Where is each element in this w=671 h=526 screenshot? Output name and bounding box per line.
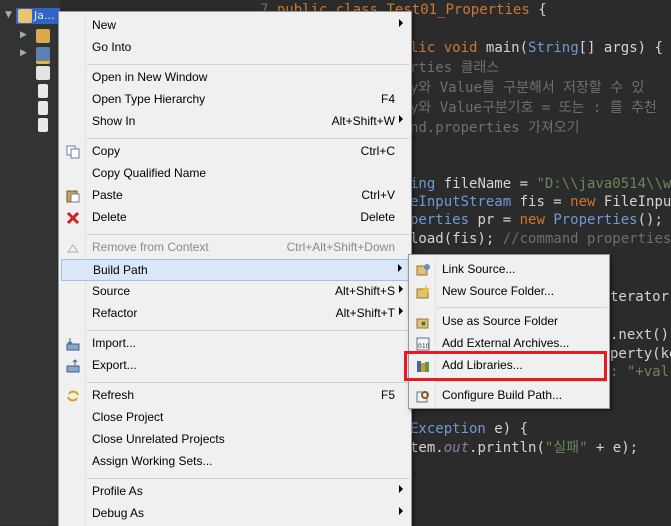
file-icon <box>38 101 48 115</box>
menu-item-assign-working-sets[interactable]: Assign Working Sets... <box>61 451 409 473</box>
refresh-icon <box>66 389 80 403</box>
menu-item-source[interactable]: Source Alt+Shift+S <box>61 281 409 303</box>
menu-item-delete[interactable]: Delete Delete <box>61 207 409 229</box>
code-line: Exception e) { <box>410 421 529 437</box>
menu-item-remove-from-context[interactable]: Remove from Context Ctrl+Alt+Shift+Down <box>61 237 409 259</box>
code-comment: y와 Value구분기호 = 또는 : 를 추천 <box>410 100 657 116</box>
code-line: .next(); <box>610 327 671 343</box>
menu-item-copy[interactable]: Copy Ctrl+C <box>61 141 409 163</box>
submenu-arrow-icon <box>399 507 403 515</box>
menu-item-open-type-hierarchy[interactable]: Open Type Hierarchy F4 <box>61 89 409 111</box>
code-line: eInputStream fis = new FileInputS <box>410 194 671 210</box>
code-line: perties pr = new Properties(); <box>410 212 663 228</box>
menu-item-paste[interactable]: Paste Ctrl+V <box>61 185 409 207</box>
library-icon <box>36 47 50 64</box>
submenu-arrow-icon <box>398 264 402 272</box>
build-path-submenu: Link Source... New Source Folder... Use … <box>408 254 610 409</box>
submenu-arrow-icon <box>399 115 403 123</box>
code-line: load(fis); //command properties 파 <box>410 231 671 247</box>
code-comment: rties 클래스 <box>410 60 500 76</box>
menu-separator <box>87 382 409 383</box>
code-line: lic void main(String[] args) { <box>410 40 663 56</box>
menu-item-profile-as[interactable]: Profile As <box>61 481 409 503</box>
archive-icon: 010 <box>416 337 430 351</box>
code-line: : "+val <box>610 364 670 380</box>
menu-item-import[interactable]: Import... <box>61 333 409 355</box>
code-line: tem.out.println("실패" + e); <box>410 440 639 456</box>
menu-separator <box>437 381 607 382</box>
svg-text:010: 010 <box>418 343 430 350</box>
remove-context-icon <box>66 241 80 255</box>
file-icon <box>38 84 48 98</box>
menu-item-debug-as[interactable]: Debug As <box>61 503 409 525</box>
copy-icon <box>66 145 80 159</box>
use-as-source-folder-icon <box>416 315 430 329</box>
code-comment: nd.properties 가져오기 <box>410 120 580 136</box>
menu-item-refactor[interactable]: Refactor Alt+Shift+T <box>61 303 409 325</box>
menu-separator <box>437 307 607 308</box>
expand-arrow-icon[interactable]: ▶ <box>20 48 27 58</box>
package-explorer: ▼ Ja... ▶ ▶ <box>0 0 60 525</box>
menu-item-export[interactable]: Export... <box>61 355 409 377</box>
submenu-arrow-icon <box>399 307 403 315</box>
link-source-icon <box>416 263 430 277</box>
annotation-highlight-box <box>404 351 607 381</box>
menu-item-new[interactable]: New <box>61 15 409 37</box>
menu-item-copy-qualified-name[interactable]: Copy Qualified Name <box>61 163 409 185</box>
code-comment: y와 Value를 구분해서 저장할 수 있 <box>410 80 645 96</box>
menu-separator <box>87 234 409 235</box>
menu-item-close-project[interactable]: Close Project <box>61 407 409 429</box>
menu-separator <box>87 478 409 479</box>
code-line: ing fileName = "D:\\java0514\\wor <box>410 176 671 192</box>
menu-item-link-source[interactable]: Link Source... <box>411 259 607 281</box>
code-line: perty(ke <box>610 346 671 362</box>
context-menu: New Go Into Open in New Window Open Type… <box>58 11 412 526</box>
project-icon <box>18 9 32 23</box>
import-icon <box>66 337 80 351</box>
menu-item-close-unrelated-projects[interactable]: Close Unrelated Projects <box>61 429 409 451</box>
menu-separator <box>87 330 409 331</box>
code-line: terator( <box>610 289 671 305</box>
collapse-arrow-icon[interactable]: ▼ <box>5 10 12 20</box>
submenu-arrow-icon <box>399 285 403 293</box>
menu-separator <box>87 64 409 65</box>
menu-item-show-in[interactable]: Show In Alt+Shift+W <box>61 111 409 133</box>
expand-arrow-icon[interactable]: ▶ <box>20 30 27 40</box>
menu-item-build-path[interactable]: Build Path <box>61 259 409 281</box>
new-source-folder-icon <box>416 285 430 299</box>
menu-item-configure-build-path[interactable]: Configure Build Path... <box>411 385 607 407</box>
menu-item-refresh[interactable]: Refresh F5 <box>61 385 409 407</box>
configure-build-path-icon <box>416 389 430 403</box>
menu-separator <box>87 138 409 139</box>
menu-item-new-source-folder[interactable]: New Source Folder... <box>411 281 607 303</box>
paste-icon <box>66 189 80 203</box>
delete-icon <box>66 211 80 225</box>
export-icon <box>66 359 80 373</box>
submenu-arrow-icon <box>399 485 403 493</box>
submenu-arrow-icon <box>399 19 403 27</box>
menu-item-use-as-source-folder[interactable]: Use as Source Folder <box>411 311 607 333</box>
menu-item-open-in-new-window[interactable]: Open in New Window <box>61 67 409 89</box>
source-folder-icon <box>36 29 50 43</box>
file-icon <box>36 66 50 80</box>
file-icon <box>38 118 48 132</box>
menu-item-go-into[interactable]: Go Into <box>61 37 409 59</box>
